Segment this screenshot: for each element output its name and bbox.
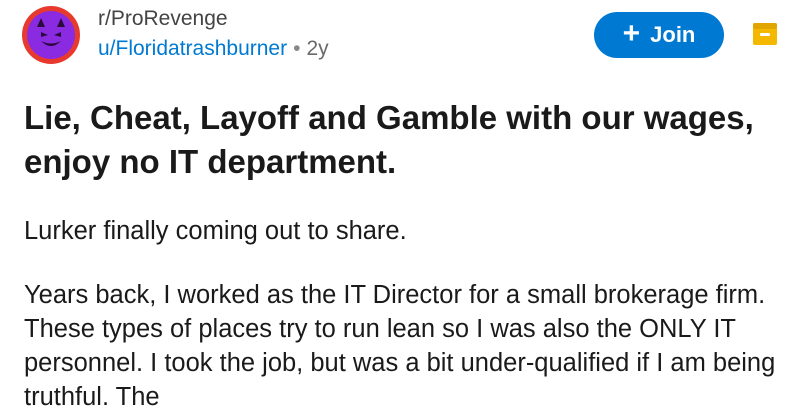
post-paragraph: Years back, I worked as the IT Director … [24,281,776,411]
plus-icon: + [622,16,641,50]
award-icon[interactable] [752,22,778,46]
devil-face-icon [27,11,75,59]
separator-dot: • [293,37,301,60]
join-button[interactable]: + Join [594,12,724,58]
post-meta: r/ProRevenge u/Floridatrashburner • 2y [98,6,329,62]
post-header: r/ProRevenge u/Floridatrashburner • 2y + J… [0,0,800,80]
post-age: 2y [306,37,329,60]
author-line: u/Floridatrashburner • 2y [98,36,329,62]
subreddit-name[interactable]: r/ProRevenge [98,6,329,32]
subreddit-avatar[interactable] [22,6,80,64]
post-title[interactable]: Lie, Cheat, Layoff and Gamble with our w… [24,96,784,184]
join-label: Join [650,22,696,47]
post-paragraph: Lurker finally coming out to share. [24,217,407,245]
author-username[interactable]: u/Floridatrashburner [98,37,287,60]
